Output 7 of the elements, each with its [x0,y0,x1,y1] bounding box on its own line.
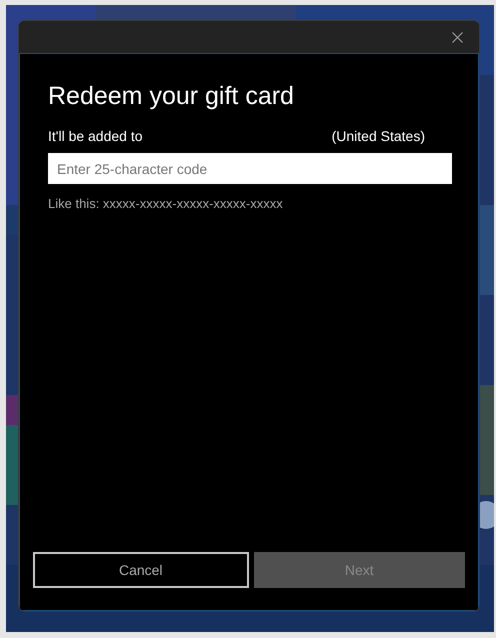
code-field[interactable]: Enter 25-character code [48,153,452,184]
account-region: (United States) [332,128,425,144]
close-icon[interactable] [452,32,463,42]
cancel-button[interactable]: Cancel [33,552,248,588]
account-label: It'll be added to [48,128,143,144]
dialog-title: Redeem your gift card [48,81,295,111]
code-format-hint: Like this: xxxxx-xxxxx-xxxxx-xxxxx-xxxxx [48,196,284,211]
